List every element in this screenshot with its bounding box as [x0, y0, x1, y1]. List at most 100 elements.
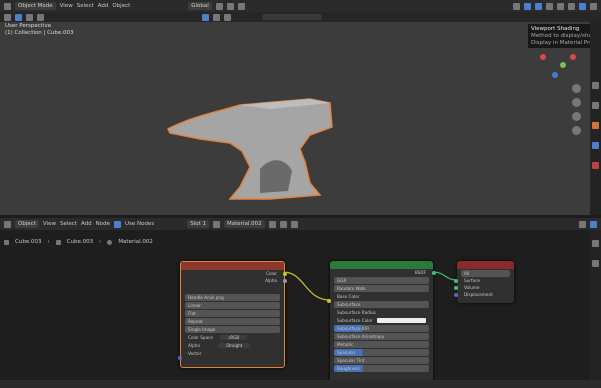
select-extend-icon[interactable]	[26, 13, 33, 21]
gizmo-z-axis[interactable]	[552, 72, 558, 78]
perspective-grid-icon[interactable]	[572, 126, 581, 135]
proportional-edit-icon[interactable]	[237, 2, 245, 10]
image-texture-node[interactable]: Color Alpha Handle Anvil.png Linear Flat…	[178, 261, 287, 368]
node-menu-node[interactable]: Node	[96, 221, 110, 227]
filter-light-icon[interactable]	[224, 13, 231, 21]
image-texture-node-header[interactable]	[181, 262, 284, 270]
node-menu-add[interactable]: Add	[81, 221, 92, 227]
shader-type-dropdown[interactable]: Object	[15, 220, 39, 228]
bsdf-node-header[interactable]	[330, 261, 433, 269]
material-sphere-icon[interactable]	[213, 220, 221, 228]
rendered-shading-icon[interactable]	[590, 2, 597, 10]
material-tab-icon[interactable]	[592, 162, 599, 169]
gizmo-x-axis[interactable]	[540, 54, 546, 60]
color-space-dropdown[interactable]: sRGB	[220, 335, 248, 340]
subsurface-ior-slider[interactable]: Subsurface IOR	[334, 325, 429, 332]
subsurface-color-label: Subsurface Color	[337, 318, 373, 323]
subsurface-anisotropy-slider[interactable]: Subsurface Anisotropy	[334, 333, 429, 340]
tooltip-line3: Display in Material Preview	[531, 40, 601, 46]
object-tab-icon[interactable]	[592, 122, 599, 129]
node-menu-select[interactable]: Select	[60, 221, 77, 227]
node-editor-type-icon[interactable]	[4, 220, 11, 228]
specular-slider[interactable]: Specular	[334, 349, 429, 356]
unlink-material-icon[interactable]	[290, 220, 298, 228]
node-overlay-icon[interactable]	[590, 220, 597, 228]
material-name-field[interactable]: Material.002	[224, 220, 265, 228]
bsdf-output-socket[interactable]	[432, 271, 436, 275]
image-name-field[interactable]: Handle Anvil.png	[185, 294, 280, 301]
subsurface-method-dropdown[interactable]: Random Walk	[334, 285, 429, 292]
roughness-slider[interactable]: Roughness	[334, 365, 429, 372]
xray-icon[interactable]	[546, 2, 553, 10]
alpha-mode-dropdown[interactable]: Straight	[218, 343, 251, 348]
new-material-icon[interactable]	[279, 220, 287, 228]
snap-node-icon[interactable]	[579, 220, 586, 228]
anvil-object[interactable]	[160, 87, 340, 212]
anvil-body	[167, 98, 333, 200]
image-name-label: Handle Anvil.png	[188, 295, 224, 300]
extension-dropdown[interactable]: Repeat	[185, 318, 280, 325]
use-nodes-checkbox[interactable]	[113, 220, 121, 228]
modifier-tab-icon[interactable]	[592, 142, 599, 149]
fake-user-icon[interactable]	[268, 220, 276, 228]
wireframe-shading-icon[interactable]	[557, 2, 564, 10]
node-editor-canvas[interactable]: Cube.003 › Cube.003 › Material.002 Color…	[0, 230, 601, 388]
gizmo-icon[interactable]	[524, 2, 531, 10]
solid-shading-icon[interactable]	[568, 2, 575, 10]
source-dropdown[interactable]: Single Image	[185, 326, 280, 333]
navigation-gizmo[interactable]	[538, 48, 578, 82]
zoom-icon[interactable]	[572, 84, 581, 93]
menu-add[interactable]: Add	[98, 3, 109, 9]
pan-hand-icon[interactable]	[572, 98, 581, 107]
mode-dropdown[interactable]: Object Mode	[15, 2, 56, 10]
volume-input-socket[interactable]	[454, 286, 458, 290]
camera-icon[interactable]	[572, 112, 581, 121]
properties-tab-strip	[590, 22, 601, 215]
subsurface-color-row: Subsurface Color	[334, 317, 429, 324]
material-output-node[interactable]: All Surface Volume Displacement	[454, 261, 514, 303]
render-tab-icon[interactable]	[592, 102, 599, 109]
base-color-socket[interactable]	[327, 299, 331, 303]
search-field[interactable]	[262, 14, 322, 20]
metallic-slider[interactable]: Metallic	[334, 341, 429, 348]
alpha-output-socket[interactable]	[283, 279, 287, 283]
color-output-socket[interactable]	[283, 272, 287, 276]
slot-dropdown[interactable]: Slot 1	[187, 220, 210, 228]
menu-object[interactable]: Object	[112, 3, 130, 9]
visibility-icon[interactable]	[513, 2, 520, 10]
menu-select[interactable]: Select	[77, 3, 94, 9]
node-tab-icon[interactable]	[592, 240, 599, 247]
snap-icon[interactable]	[226, 2, 234, 10]
material-output-node-header[interactable]	[457, 261, 514, 269]
pivot-icon[interactable]	[215, 2, 223, 10]
subsurface-slider[interactable]: Subsurface	[334, 301, 429, 308]
color-space-row: Color Space sRGB	[185, 334, 280, 341]
select-subtract-icon[interactable]	[37, 13, 44, 21]
gizmo-x-axis-right[interactable]	[570, 54, 576, 60]
gizmo-y-axis[interactable]	[560, 62, 566, 68]
tool-tab-icon[interactable]	[592, 82, 599, 89]
surface-input-socket[interactable]	[454, 279, 458, 283]
filter-icon[interactable]	[202, 13, 209, 21]
specular-tint-slider[interactable]: Specular Tint	[334, 357, 429, 364]
editor-type-icon[interactable]	[4, 2, 11, 10]
overlay-icon[interactable]	[535, 2, 542, 10]
output-target-dropdown[interactable]: All	[461, 270, 510, 277]
projection-dropdown[interactable]: Flat	[185, 310, 280, 317]
viewport-3d[interactable]: User Perspective (1) Collection | Cube.0…	[0, 22, 590, 215]
vector-input-socket[interactable]	[178, 356, 182, 360]
distribution-dropdown[interactable]: GGX	[334, 277, 429, 284]
options-tab-icon[interactable]	[592, 260, 599, 267]
select-box-icon[interactable]	[15, 13, 22, 21]
filter-mesh-icon[interactable]	[213, 13, 220, 21]
menu-view[interactable]: View	[60, 3, 73, 9]
displacement-input-socket[interactable]	[454, 293, 458, 297]
viewport-header: Object Mode View Select Add Object Globa…	[0, 0, 601, 12]
material-preview-shading-icon[interactable]	[579, 2, 586, 10]
principled-bsdf-node[interactable]: BSDF GGX Random Walk Base Color Subsurfa…	[327, 261, 436, 385]
interpolation-dropdown[interactable]: Linear	[185, 302, 280, 309]
transform-orientation-dropdown[interactable]: Global	[188, 2, 212, 10]
subsurface-color-swatch[interactable]	[376, 318, 426, 323]
select-tool-icon[interactable]	[4, 13, 11, 21]
node-menu-view[interactable]: View	[43, 221, 56, 227]
